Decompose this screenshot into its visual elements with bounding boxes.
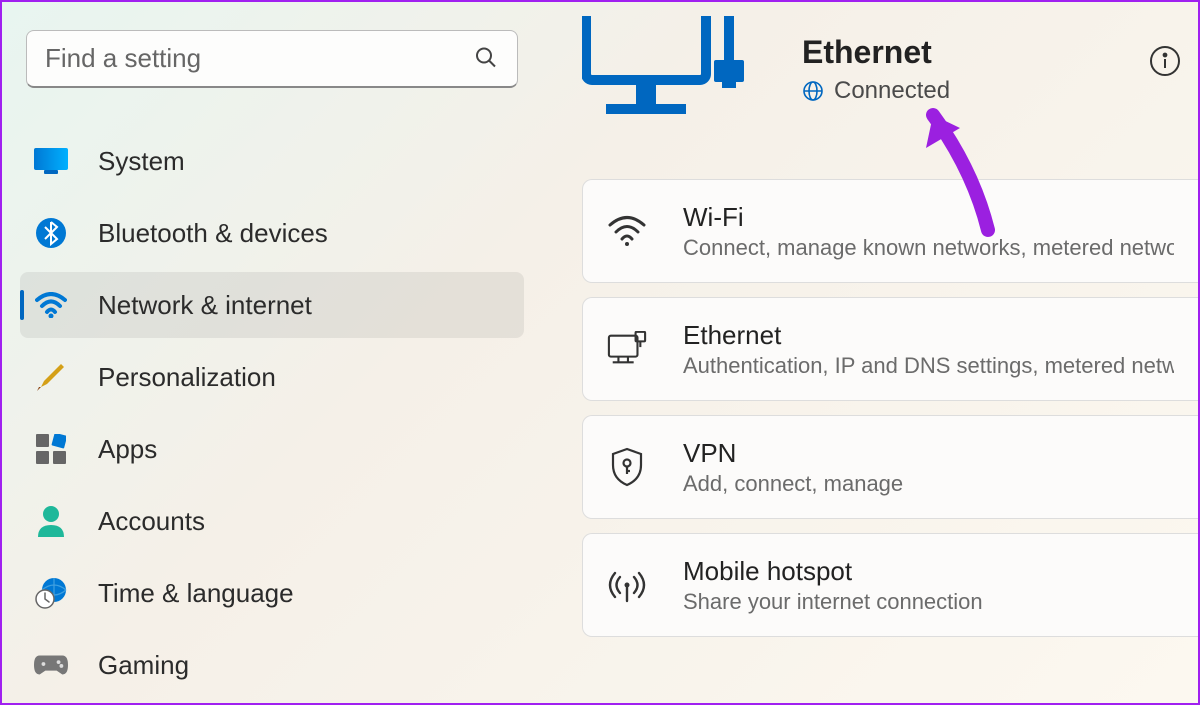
nav-item-apps[interactable]: Apps <box>20 416 524 482</box>
settings-window: System Bluetooth & devices Network & int… <box>2 2 1198 703</box>
bluetooth-icon <box>34 216 68 250</box>
nav-label: Gaming <box>98 650 189 681</box>
clock-globe-icon <box>34 576 68 610</box>
paintbrush-icon <box>34 360 68 394</box>
sidebar: System Bluetooth & devices Network & int… <box>2 2 542 703</box>
wifi-icon <box>34 288 68 322</box>
hotspot-icon <box>607 565 647 605</box>
status-text: Ethernet Connected <box>802 34 950 105</box>
option-subtitle: Connect, manage known networks, metered … <box>683 235 1174 261</box>
option-title: Mobile hotspot <box>683 556 983 587</box>
nav-item-bluetooth[interactable]: Bluetooth & devices <box>20 200 524 266</box>
search-input[interactable] <box>26 30 518 88</box>
nav-label: Personalization <box>98 362 276 393</box>
option-hotspot[interactable]: Mobile hotspot Share your internet conne… <box>582 533 1198 637</box>
nav-item-system[interactable]: System <box>20 128 524 194</box>
option-ethernet[interactable]: Ethernet Authentication, IP and DNS sett… <box>582 297 1198 401</box>
nav-label: Apps <box>98 434 157 465</box>
gamepad-icon <box>34 648 68 682</box>
globe-icon <box>802 80 824 102</box>
network-options-list: Wi-Fi Connect, manage known networks, me… <box>582 179 1198 637</box>
info-icon <box>1148 44 1182 78</box>
option-subtitle: Authentication, IP and DNS settings, met… <box>683 353 1174 379</box>
wifi-icon <box>607 211 647 251</box>
shield-key-icon <box>607 447 647 487</box>
option-vpn[interactable]: VPN Add, connect, manage <box>582 415 1198 519</box>
option-subtitle: Add, connect, manage <box>683 471 903 497</box>
nav-item-network[interactable]: Network & internet <box>20 272 524 338</box>
nav-item-personalization[interactable]: Personalization <box>20 344 524 410</box>
info-button[interactable] <box>1148 44 1182 81</box>
status-state-label: Connected <box>834 77 950 105</box>
option-title: VPN <box>683 438 903 469</box>
nav-label: Network & internet <box>98 290 312 321</box>
nav-item-accounts[interactable]: Accounts <box>20 488 524 554</box>
option-title: Wi-Fi <box>683 202 1174 233</box>
status-title: Ethernet <box>802 34 950 71</box>
connection-status: Ethernet Connected <box>582 2 1198 179</box>
search-button[interactable] <box>468 40 504 79</box>
ethernet-icon <box>607 329 647 369</box>
search-field-wrap <box>26 30 518 88</box>
option-title: Ethernet <box>683 320 1174 351</box>
nav-label: Accounts <box>98 506 205 537</box>
nav-label: Time & language <box>98 578 294 609</box>
person-icon <box>34 504 68 538</box>
nav-label: System <box>98 146 185 177</box>
main-panel: Ethernet Connected Wi-Fi Connect, manage… <box>542 2 1198 703</box>
option-subtitle: Share your internet connection <box>683 589 983 615</box>
nav-item-time[interactable]: Time & language <box>20 560 524 626</box>
nav-label: Bluetooth & devices <box>98 218 328 249</box>
search-icon <box>474 46 498 70</box>
nav-item-gaming[interactable]: Gaming <box>20 632 524 698</box>
nav-list: System Bluetooth & devices Network & int… <box>20 128 524 698</box>
ethernet-monitor-icon <box>582 16 752 141</box>
display-icon <box>34 144 68 178</box>
option-wifi[interactable]: Wi-Fi Connect, manage known networks, me… <box>582 179 1198 283</box>
apps-icon <box>34 432 68 466</box>
status-connected: Connected <box>802 77 950 105</box>
